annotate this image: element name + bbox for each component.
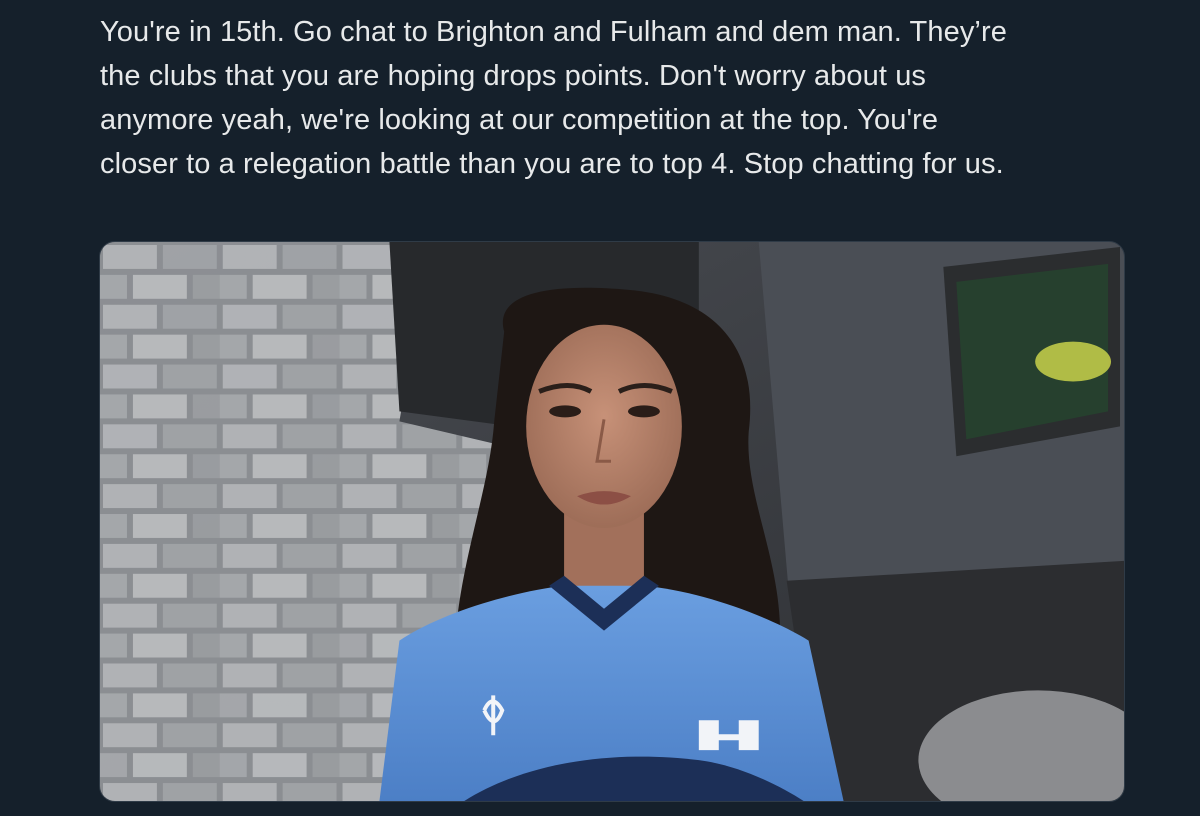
tweet-text-line: You're in 15th. Go chat to Brighton and … xyxy=(100,16,1007,48)
tweet-text-line: the clubs that you are hoping drops poin… xyxy=(100,60,927,92)
video-thumbnail xyxy=(100,242,1124,801)
tweet-text-line: closer to a relegation battle than you a… xyxy=(100,148,1004,180)
tweet-text-line: anymore yeah, we're looking at our compe… xyxy=(100,104,939,136)
tweet-media-video[interactable] xyxy=(99,241,1125,802)
tweet-text: You're in 15th. Go chat to Brighton and … xyxy=(100,10,1140,186)
